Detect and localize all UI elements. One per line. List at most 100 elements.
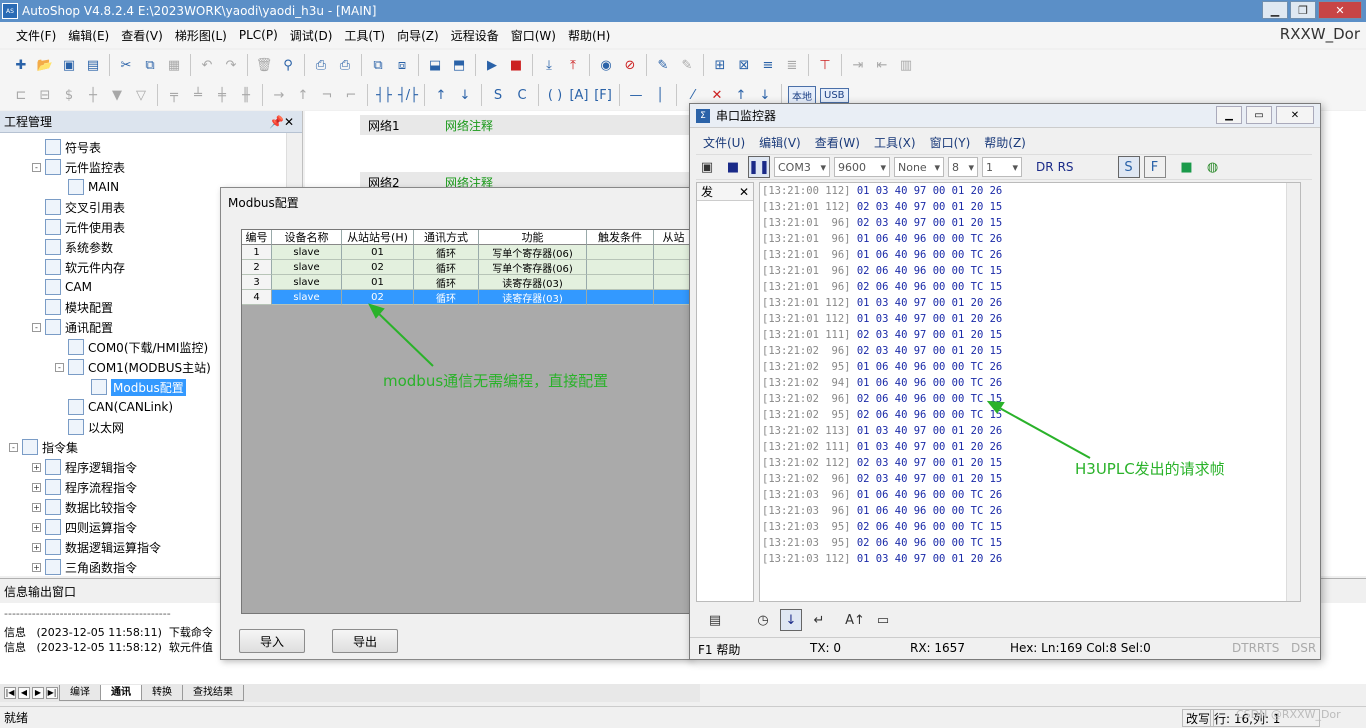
compile-all-icon[interactable]: ⬒ [448,54,470,76]
menu-help[interactable]: 帮助(H) [562,27,616,44]
panel-close-icon[interactable]: ✕ [284,115,294,129]
tree-item[interactable]: + 数据比较指令 [32,497,137,517]
f-mode-icon[interactable]: F [1143,156,1166,178]
menu-file[interactable]: 文件(F) [10,27,62,44]
last-tab-icon[interactable]: ▶| [46,687,58,699]
st-icon[interactable]: $ [58,84,80,106]
table-cell[interactable]: 写单个寄存器(06) [479,245,587,260]
tree-item[interactable]: 以太网 [55,417,124,437]
tree-item[interactable]: 交叉引用表 [32,197,125,217]
table-cell[interactable]: 02 [342,290,414,305]
table-cell[interactable]: slave [272,275,342,290]
hline-icon[interactable]: → [268,84,290,106]
port-select[interactable]: COM3 ▾ [774,157,830,177]
usb-connection-label[interactable]: USB [820,87,849,103]
upload-icon[interactable]: ⤒ [562,54,584,76]
send-panel-close-icon[interactable]: ✕ [739,185,749,199]
menu-window[interactable]: 窗口(W) [505,27,562,44]
tree-item[interactable]: - 通讯配置 [32,317,113,337]
menu-plc[interactable]: PLC(P) [233,28,284,42]
delete-icon[interactable]: 🗑 [253,54,275,76]
tree-item[interactable]: 软元件内存 [32,257,125,277]
table-cell[interactable]: 循环 [414,245,479,260]
set-icon[interactable]: S [487,84,509,106]
stopbits-select[interactable]: 1 ▾ [982,157,1022,177]
export-button[interactable]: 导出 [332,629,398,653]
tree-item[interactable]: - 指令集 [9,437,78,457]
timestamp-icon[interactable]: ◷ [752,609,774,631]
stop-icon[interactable]: ■ [505,54,527,76]
databits-select[interactable]: 8 ▾ [948,157,978,177]
menu-remote-device[interactable]: 远程设备 [445,27,505,44]
menu-view[interactable]: 查看(V) [115,27,169,44]
table-cell[interactable]: 循环 [414,290,479,305]
undo-icon[interactable]: ↶ [196,54,218,76]
table-row[interactable]: 4 slave 02 循环 读寄存器(03) [242,290,692,305]
save-icon[interactable]: ▣ [58,54,80,76]
vline-del-icon[interactable]: ⌐ [340,84,362,106]
output-coil-icon[interactable]: ( ) [544,84,566,106]
tree-item[interactable]: - 元件监控表 [32,157,125,177]
tab-compile[interactable]: 编译 [59,685,101,701]
branch-up-icon[interactable]: ▽ [130,84,152,106]
collapse-icon[interactable]: - [55,362,64,372]
tree-item[interactable]: + 程序流程指令 [32,477,137,497]
run-icon[interactable]: ▶ [481,54,503,76]
compile-icon[interactable]: ⬓ [424,54,446,76]
collapse-icon[interactable]: - [32,322,41,332]
send-panel[interactable]: 发 ✕ [696,182,754,602]
window-icon[interactable]: ▭ [872,609,894,631]
table-cell[interactable]: 写单个寄存器(06) [479,260,587,275]
test-icon[interactable]: ⊤ [814,54,836,76]
tree-item[interactable]: + 四则运算指令 [32,517,137,537]
expand-icon[interactable]: + [32,542,41,552]
menu-tools[interactable]: 工具(T) [338,27,391,44]
table-cell[interactable]: 4 [242,290,272,305]
download-icon[interactable]: ⤓ [538,54,560,76]
tab-convert[interactable]: 转换 [141,685,183,701]
edit-mode-icon[interactable]: ✎ [676,54,698,76]
serial-menu-file[interactable]: 文件(U) [696,134,752,151]
maximize-button[interactable]: ❐ [1290,1,1316,19]
collapse-icon[interactable]: - [32,162,41,172]
table-cell[interactable]: slave [272,290,342,305]
table-cell[interactable]: 循环 [414,260,479,275]
s-mode-icon[interactable]: S [1117,156,1140,178]
grid-alt-icon[interactable]: ⊠ [733,54,755,76]
next-tab-icon[interactable]: ▶ [32,687,44,699]
coil-icon[interactable]: C [511,84,533,106]
globe-icon[interactable]: ◍ [1202,156,1224,178]
find-icon[interactable]: ⚲ [277,54,299,76]
stop-icon[interactable]: ■ [722,156,744,178]
write-mode-icon[interactable]: ✎ [652,54,674,76]
tree-item[interactable]: + 三角函数指令 [32,557,137,577]
table-cell[interactable] [654,275,692,290]
modbus-config-table[interactable]: 编号 设备名称 从站站号(H) 通讯方式 功能 触发条件 从站 1 slave 01… [241,229,693,614]
font-icon[interactable]: A↑ [844,609,866,631]
serial-log[interactable]: [13:21:00 112] 01 03 40 97 00 01 20 26 [1… [759,182,1301,602]
function-block-icon[interactable]: [A] [568,84,590,106]
table-cell[interactable]: 读寄存器(03) [479,290,587,305]
vertical-line-icon[interactable]: │ [649,84,671,106]
expand-icon[interactable]: + [32,482,41,492]
minimize-button[interactable]: ▁ [1262,1,1288,19]
tree-item[interactable]: Modbus配置 [78,377,186,397]
save-icon[interactable]: ▣ [696,156,718,178]
line-icon[interactable]: — [625,84,647,106]
expand-icon[interactable]: + [32,462,41,472]
table-cell[interactable]: 读寄存器(03) [479,275,587,290]
falling-edge-icon[interactable]: ↓ [454,84,476,106]
parity-select[interactable]: None ▾ [894,157,944,177]
hline-del-icon[interactable]: ¬ [316,84,338,106]
menu-ladder[interactable]: 梯形图(L) [169,27,233,44]
table-cell[interactable]: slave [272,245,342,260]
color-icon[interactable]: ■ [1176,156,1198,178]
window-tile-icon[interactable]: ⧈ [391,54,413,76]
nc-contact-icon[interactable]: ┤/├ [397,84,419,106]
tree-item[interactable]: COM0(下载/HMI监控) [55,337,208,357]
paste-icon[interactable]: ▦ [163,54,185,76]
table-row[interactable]: 2 slave 02 循环 写单个寄存器(06) [242,260,692,275]
monitor-icon[interactable]: ◉ [595,54,617,76]
serial-menu-tools[interactable]: 工具(X) [867,134,923,151]
print-icon[interactable]: ⎙ [334,54,356,76]
